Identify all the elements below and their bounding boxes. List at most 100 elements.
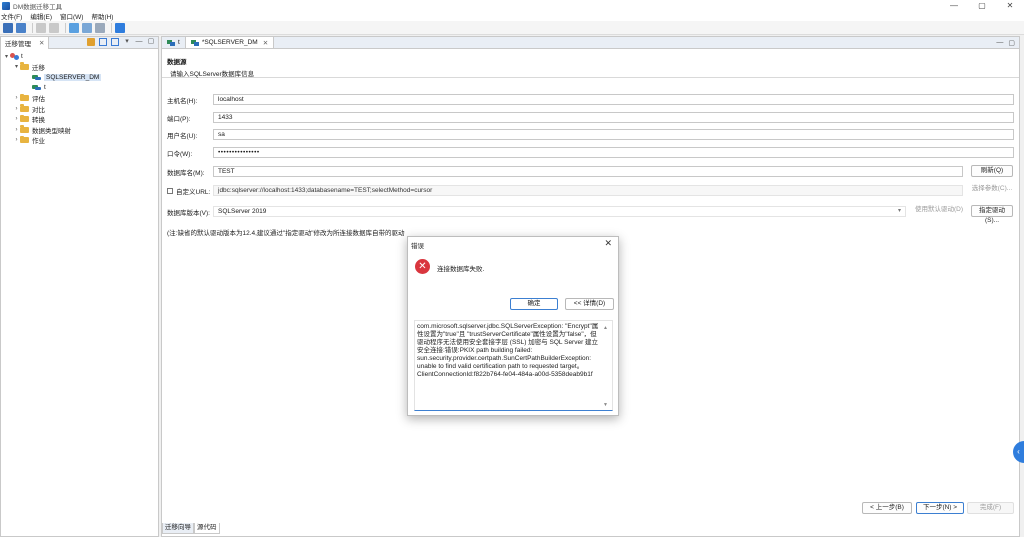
tab-source-code[interactable]: 源代码: [194, 523, 220, 534]
tab-label: t: [178, 39, 180, 46]
password-row: 口令(W):: [167, 147, 217, 158]
folder-icon: [20, 62, 29, 70]
toolbar-separator: [32, 22, 33, 33]
scroll-down-icon[interactable]: ▼: [603, 402, 608, 408]
tree-item-label: SQLSERVER_DM: [44, 73, 102, 81]
toolbar-separator: [111, 22, 112, 33]
chevron-right-icon[interactable]: ›: [13, 127, 20, 133]
host-input[interactable]: localhost: [213, 94, 1014, 105]
import-icon[interactable]: [99, 38, 107, 46]
folder-icon: [20, 114, 29, 123]
error-dialog: 错误 ✕ ✕ 连接数据库失败. 确定 << 详情(D) com.microsof…: [407, 236, 619, 416]
finish-button[interactable]: 完成(F): [967, 502, 1014, 514]
refresh-button[interactable]: 刷新(Q): [971, 165, 1013, 177]
tree-item-job[interactable]: › 作业: [1, 135, 158, 146]
chevron-right-icon[interactable]: ›: [13, 116, 20, 122]
editor-bottom-tabs: 迁移向导 源代码: [162, 523, 220, 534]
use-default-driver-button[interactable]: 使用默认驱动(D): [912, 205, 966, 217]
save-all-icon[interactable]: [16, 22, 26, 33]
minimize-button[interactable]: —: [940, 0, 968, 11]
minimize-view-icon[interactable]: —: [135, 38, 143, 46]
close-icon[interactable]: ✕: [604, 238, 612, 249]
details-text: com.microsoft.sqlserver.jdbc.SQLServerEx…: [417, 323, 599, 378]
tree-item-type-mapping[interactable]: › 数据类型映射: [1, 125, 158, 136]
tab-migration-wizard[interactable]: 迁移向导: [162, 523, 194, 534]
port-row: 端口(P):: [167, 112, 217, 123]
minimize-editor-icon[interactable]: —: [996, 39, 1003, 47]
tab-sqlserver-dm[interactable]: *SQLSERVER_DM ✕: [185, 37, 275, 48]
view-tab-label: 迁移管理: [5, 40, 31, 48]
tree-item-label: 作业: [32, 138, 45, 146]
tree-item-root[interactable]: ▾ t: [1, 51, 158, 62]
home-icon[interactable]: [115, 22, 125, 33]
user-input[interactable]: sa: [213, 129, 1014, 140]
tree-item-compare[interactable]: › 对比: [1, 104, 158, 115]
menu-help[interactable]: 帮助(H): [91, 11, 113, 21]
port-input[interactable]: 1433: [213, 112, 1014, 123]
view-menu-icon[interactable]: ▾: [123, 38, 131, 46]
password-input[interactable]: •••••••••••••••: [213, 147, 1014, 158]
close-icon[interactable]: ✕: [263, 39, 268, 47]
host-row: 主机名(H):: [167, 94, 217, 105]
error-icon: ✕: [415, 259, 430, 274]
menu-window[interactable]: 窗口(W): [60, 11, 83, 21]
new-project-icon[interactable]: [87, 38, 95, 46]
save-icon[interactable]: [3, 22, 13, 33]
page-description: 请输入SQLServer数据库信息: [170, 71, 255, 78]
close-icon[interactable]: ✕: [39, 39, 44, 47]
tab-t[interactable]: t: [162, 37, 186, 48]
close-window-button[interactable]: ✕: [996, 0, 1024, 11]
maximize-view-icon[interactable]: ▢: [147, 38, 155, 46]
paste-icon[interactable]: [49, 22, 59, 33]
menu-file[interactable]: 文件(F): [1, 11, 22, 21]
migration-icon: [190, 39, 199, 46]
settings-icon[interactable]: [95, 22, 105, 33]
project-icon: [10, 52, 19, 61]
editor-tools: — ▢: [996, 39, 1015, 47]
database-input[interactable]: TEST: [213, 166, 963, 177]
export-icon[interactable]: [111, 38, 119, 46]
folder-icon: [20, 135, 29, 144]
folder-icon: [20, 104, 29, 112]
url-input[interactable]: jdbc:sqlserver://localhost:1433;database…: [213, 185, 963, 196]
grid-icon[interactable]: [82, 22, 92, 33]
scroll-up-icon[interactable]: ▲: [603, 325, 608, 331]
chevron-right-icon[interactable]: ›: [13, 106, 20, 112]
menu-bar: 文件(F) 编辑(E) 窗口(W) 帮助(H): [0, 11, 1024, 21]
tab-label: *SQLSERVER_DM: [201, 39, 258, 46]
chevron-down-icon[interactable]: ▾: [3, 53, 10, 60]
details-button[interactable]: << 详情(D): [565, 298, 614, 310]
select-params-button[interactable]: 选择参数(C)...: [971, 184, 1013, 196]
tree-item-eval[interactable]: › 评估: [1, 93, 158, 104]
copy-icon[interactable]: [36, 22, 46, 33]
db-version-row: 数据库版本(V):: [167, 206, 217, 217]
tree-item-label: 转换: [32, 117, 45, 125]
tree-item-t[interactable]: t: [1, 83, 158, 94]
chevron-down-icon[interactable]: ▾: [13, 63, 20, 70]
chevron-down-icon: ▾: [897, 208, 901, 214]
db-version-label: 数据库版本(V):: [167, 209, 210, 217]
prev-button[interactable]: < 上一步(B): [862, 502, 912, 514]
maximize-button[interactable]: ▢: [968, 0, 996, 11]
db-version-value: SQLServer 2019: [218, 208, 267, 215]
toolbar: [0, 21, 1024, 35]
tree-item-sqlserver-dm[interactable]: SQLSERVER_DM: [1, 72, 158, 83]
tab-migration-manager[interactable]: 迁移管理 ✕: [1, 36, 50, 49]
next-button[interactable]: 下一步(N) >: [916, 502, 964, 514]
specify-driver-button[interactable]: 指定驱动(S)...: [971, 205, 1013, 224]
details-textarea[interactable]: com.microsoft.sqlserver.jdbc.SQLServerEx…: [414, 320, 613, 411]
maximize-editor-icon[interactable]: ▢: [1008, 39, 1015, 47]
tree-item-migration[interactable]: ▾ 迁移: [1, 62, 158, 73]
user-row: 用户名(U):: [167, 129, 217, 140]
custom-url-checkbox[interactable]: [167, 187, 173, 194]
custom-url-label: 自定义URL:: [176, 188, 211, 196]
db-version-select[interactable]: SQLServer 2019 ▾: [213, 206, 906, 217]
chevron-right-icon[interactable]: ›: [13, 95, 20, 101]
tree-item-convert[interactable]: › 转换: [1, 114, 158, 125]
chevron-right-icon[interactable]: ›: [13, 137, 20, 143]
ok-button[interactable]: 确定: [510, 298, 558, 310]
connect-icon[interactable]: [69, 22, 79, 33]
folder-icon: [20, 93, 29, 102]
tree-item-label: 迁移: [32, 64, 45, 72]
menu-edit[interactable]: 编辑(E): [30, 11, 52, 21]
